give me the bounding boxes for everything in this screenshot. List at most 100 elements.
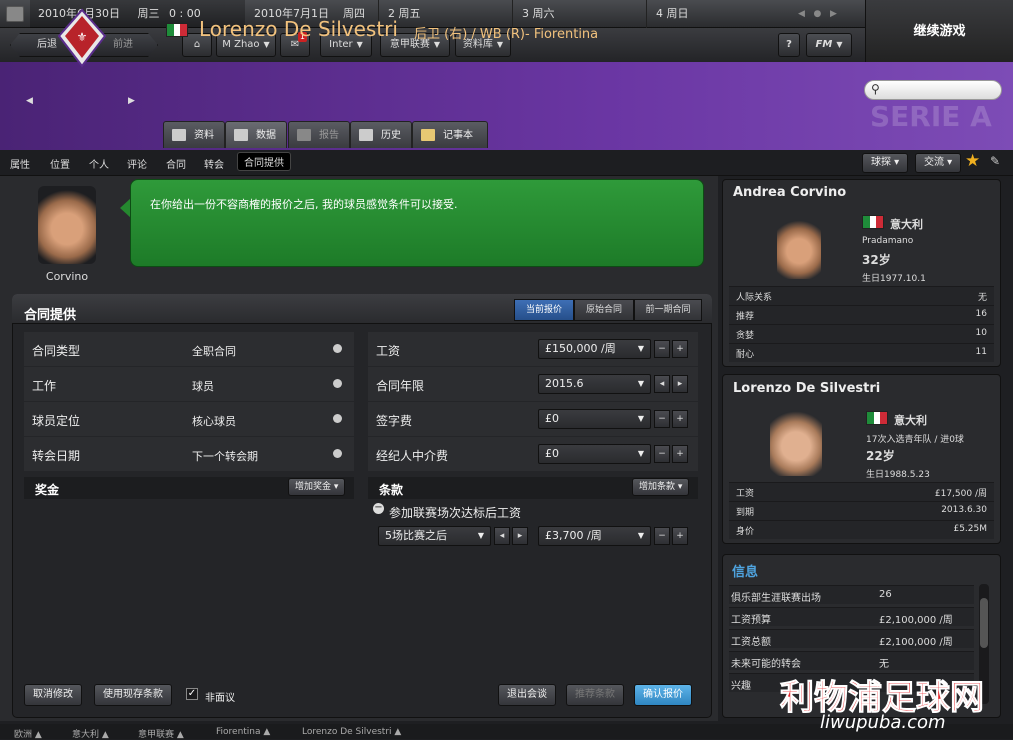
clause-condition-next-button[interactable]: ▸	[512, 527, 528, 545]
non-negotiable-checkbox[interactable]: ✓	[186, 688, 198, 700]
agent-dob: 生日1977.10.1	[862, 274, 926, 284]
club-crest-icon: ⚜	[57, 8, 107, 68]
subnav-attributes[interactable]: 属性	[10, 156, 30, 171]
dropdown-icon[interactable]	[333, 379, 342, 388]
agent-age: 32岁	[862, 253, 891, 267]
dropdown-icon[interactable]	[333, 344, 342, 353]
clause-value-decrease-button[interactable]: −	[654, 527, 670, 545]
agent-club: Pradamano	[862, 236, 914, 246]
player-youth-caps: 17次入选青年队 / 进0球	[866, 435, 964, 445]
length-next-button[interactable]: ▸	[672, 375, 688, 393]
job-row[interactable]: 工作 球员	[24, 367, 354, 401]
scout-menu[interactable]: 球探 ▾	[862, 153, 909, 173]
suggest-terms-button[interactable]: 推荐条款	[566, 684, 624, 706]
crumb-club[interactable]: Fiorentina ▲	[216, 727, 270, 737]
wage-field[interactable]: £150,000 /周 ▼	[538, 339, 651, 359]
player-name: Lorenzo De Silvestri	[199, 17, 398, 41]
subnav-contract[interactable]: 合同	[166, 156, 186, 171]
contract-length-field[interactable]: 2015.6 ▼	[538, 374, 651, 394]
clause-condition-field[interactable]: 5场比赛之后 ▼	[378, 526, 491, 546]
crumb-europe[interactable]: 欧洲 ▲	[14, 727, 42, 740]
wage-decrease-button[interactable]: −	[654, 340, 670, 358]
wage-increase-button[interactable]: +	[672, 340, 688, 358]
info-row: 俱乐部生涯联赛出场 26	[729, 585, 974, 604]
prev-player-icon[interactable]: ◀	[26, 96, 33, 106]
clause-value-field[interactable]: £3,700 /周 ▼	[538, 526, 651, 546]
signing-fee-field[interactable]: £0 ▼	[538, 409, 651, 429]
signing-fee-decrease-button[interactable]: −	[654, 410, 670, 428]
league-watermark: SERIE A	[870, 100, 992, 133]
edit-icon[interactable]: ✎	[990, 154, 1000, 168]
leave-negotiation-button[interactable]: 退出会谈	[498, 684, 556, 706]
tab-stats[interactable]: 数据	[225, 121, 287, 148]
length-prev-button[interactable]: ◂	[654, 375, 670, 393]
segment-current-offer[interactable]: 当前报价	[514, 299, 574, 321]
site-watermark-url: liwupuba.com	[820, 712, 946, 733]
confirm-offer-button[interactable]: 确认报价	[634, 684, 692, 706]
continue-game-button[interactable]: 继续游戏	[865, 0, 1013, 62]
italy-flag-icon	[866, 411, 888, 425]
player-age: 22岁	[866, 449, 895, 463]
subnav-comments[interactable]: 评论	[127, 156, 147, 171]
player-card-name: Lorenzo De Silvestri	[733, 381, 881, 396]
subnav-positions[interactable]: 位置	[50, 156, 70, 171]
italy-flag-icon	[862, 215, 884, 229]
squad-status-row[interactable]: 球员定位 核心球员	[24, 402, 354, 436]
crumb-player[interactable]: Lorenzo De Silvestri ▲	[302, 727, 401, 737]
dropdown-icon[interactable]	[333, 414, 342, 423]
interact-menu[interactable]: 交流 ▾	[915, 153, 962, 173]
crumb-italy[interactable]: 意大利 ▲	[72, 727, 109, 740]
segment-original-contract[interactable]: 原始合同	[574, 299, 634, 321]
use-existing-terms-button[interactable]: 使用现存条款	[94, 684, 172, 706]
star-icon[interactable]: ★	[965, 151, 980, 171]
date-scroll-controls[interactable]: ◀ ● ▶	[798, 0, 837, 28]
transfer-date-row[interactable]: 转会日期 下一个转会期	[24, 437, 354, 471]
cancel-changes-button[interactable]: 取消修改	[24, 684, 82, 706]
add-bonus-button[interactable]: 增加奖金 ▾	[288, 478, 346, 496]
info-row: 工资预算 £2,100,000 /周	[729, 607, 974, 626]
signing-fee-increase-button[interactable]: +	[672, 410, 688, 428]
wage-row: 工资 £150,000 /周 ▼ − +	[368, 332, 698, 366]
player-stat-row: 到期 2013.6.30	[729, 501, 994, 520]
bonus-title: 奖金	[35, 483, 60, 497]
tab-history[interactable]: 历史	[350, 121, 412, 148]
tab-notes[interactable]: 记事本	[412, 121, 488, 148]
dropdown-icon[interactable]	[333, 449, 342, 458]
agent-card-name: Andrea Corvino	[733, 185, 847, 200]
segment-previous-contract[interactable]: 前一期合同	[634, 299, 702, 321]
player-nation: 意大利	[894, 414, 927, 427]
subnav-transfer[interactable]: 转会	[204, 156, 224, 171]
player-stat-row: 身价 £5.25M	[729, 520, 994, 539]
agent-card-avatar	[777, 217, 821, 279]
contract-offer-title: 合同提供	[24, 308, 77, 323]
agent-fee-field[interactable]: £0 ▼	[538, 444, 651, 464]
crumb-league[interactable]: 意甲联赛 ▲	[138, 727, 184, 740]
tab-profile[interactable]: 资料	[163, 121, 225, 148]
subnav-personal[interactable]: 个人	[89, 156, 109, 171]
add-clause-button[interactable]: 增加条款 ▾	[632, 478, 690, 496]
clauses-title: 条款	[379, 483, 404, 497]
tab-report[interactable]: 报告	[288, 121, 350, 148]
current-weekday: 周三	[137, 7, 160, 20]
day-4[interactable]: 4 周日	[656, 0, 689, 28]
help-button[interactable]: ?	[778, 33, 800, 57]
agent-fee-row: 经纪人中介费 £0 ▼ − +	[368, 437, 698, 471]
remove-clause-icon[interactable]: −	[373, 503, 384, 514]
agent-stat-row: 推荐 16	[729, 305, 994, 324]
signing-fee-row: 签字费 £0 ▼ − +	[368, 402, 698, 436]
next-player-icon[interactable]: ▶	[128, 96, 135, 106]
subnav-contract-offer[interactable]: 合同提供	[237, 152, 291, 171]
clause-condition-prev-button[interactable]: ◂	[494, 527, 510, 545]
agent-nation: 意大利	[890, 218, 923, 231]
player-stat-row: 工资 £17,500 /周	[729, 482, 994, 501]
calendar-icon[interactable]	[6, 6, 24, 22]
agent-name: Corvino	[45, 270, 89, 283]
agent-fee-decrease-button[interactable]: −	[654, 445, 670, 463]
search-input[interactable]: ⚲	[864, 80, 1002, 100]
clause-value-increase-button[interactable]: +	[672, 527, 688, 545]
current-time: 0 : 00	[169, 7, 201, 20]
contract-type-row[interactable]: 合同类型 全职合同	[24, 332, 354, 366]
agent-fee-increase-button[interactable]: +	[672, 445, 688, 463]
fm-menu[interactable]: FM ▼	[806, 33, 852, 57]
non-negotiable-label: 非面议	[205, 693, 235, 704]
